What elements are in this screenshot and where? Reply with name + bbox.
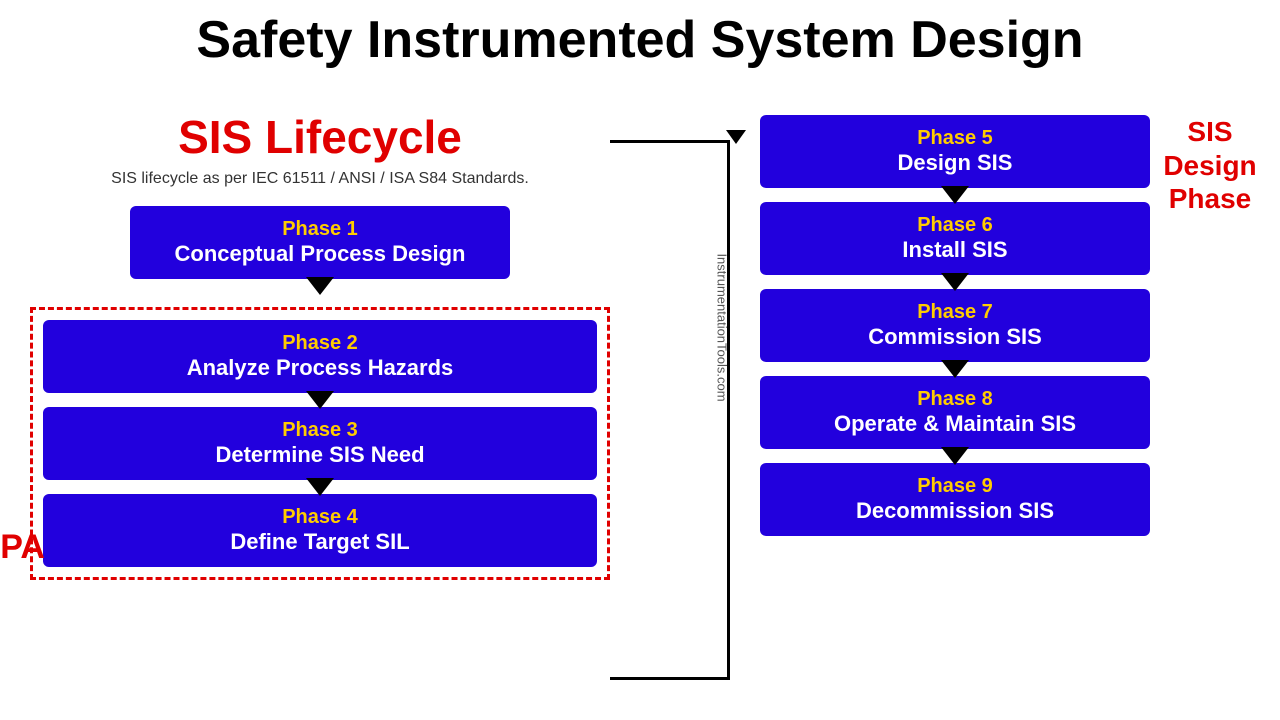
sis-lifecycle-title: SIS Lifecycle bbox=[30, 110, 610, 164]
watermark: InstrumentationTools.com bbox=[715, 253, 730, 401]
left-section: SIS Lifecycle SIS lifecycle as per IEC 6… bbox=[30, 110, 610, 580]
phase9-label: Phase 9 bbox=[776, 475, 1134, 498]
arrow7 bbox=[941, 360, 969, 378]
phase8-name: Operate & Maintain SIS bbox=[776, 411, 1134, 437]
phase3-name: Determine SIS Need bbox=[59, 442, 581, 468]
sis-design-label: SIS Design Phase bbox=[1160, 115, 1260, 216]
connector-line bbox=[610, 140, 730, 680]
phase9-box: Phase 9 Decommission SIS bbox=[760, 463, 1150, 536]
arrow5 bbox=[941, 186, 969, 204]
phase1-box: Phase 1 Conceptual Process Design bbox=[130, 206, 510, 279]
lopa-label: LOPA bbox=[0, 528, 45, 567]
phase8-box: Phase 8 Operate & Maintain SIS bbox=[760, 376, 1150, 449]
phase5-name: Design SIS bbox=[776, 150, 1134, 176]
phase3-label: Phase 3 bbox=[59, 419, 581, 442]
arrow6 bbox=[941, 273, 969, 291]
phase6-name: Install SIS bbox=[776, 237, 1134, 263]
arrow3 bbox=[306, 478, 334, 496]
phase7-label: Phase 7 bbox=[776, 301, 1134, 324]
phase5-label: Phase 5 bbox=[776, 127, 1134, 150]
phase2-name: Analyze Process Hazards bbox=[59, 355, 581, 381]
arrow2 bbox=[306, 391, 334, 409]
phase8-label: Phase 8 bbox=[776, 388, 1134, 411]
phase7-box: Phase 7 Commission SIS bbox=[760, 289, 1150, 362]
arrow1 bbox=[306, 277, 334, 295]
phase7-name: Commission SIS bbox=[776, 324, 1134, 350]
phase3-box: Phase 3 Determine SIS Need bbox=[43, 407, 597, 480]
subtitle: SIS lifecycle as per IEC 61511 / ANSI / … bbox=[30, 170, 610, 188]
connector-arrow bbox=[726, 130, 746, 144]
phase4-box: Phase 4 Define Target SIL bbox=[43, 494, 597, 567]
phase9-name: Decommission SIS bbox=[776, 498, 1134, 524]
phase2-label: Phase 2 bbox=[59, 332, 581, 355]
phase1-name: Conceptual Process Design bbox=[146, 241, 494, 267]
phase2-box: Phase 2 Analyze Process Hazards bbox=[43, 320, 597, 393]
phase5-box: Phase 5 Design SIS bbox=[760, 115, 1150, 188]
phase1-label: Phase 1 bbox=[146, 218, 494, 241]
right-section: Phase 5 Design SIS Phase 6 Install SIS P… bbox=[760, 115, 1150, 536]
lopa-dashed-box: LOPA Phase 2 Analyze Process Hazards Pha… bbox=[30, 307, 610, 580]
main-title: Safety Instrumented System Design bbox=[0, 0, 1280, 69]
phase6-label: Phase 6 bbox=[776, 214, 1134, 237]
phase4-label: Phase 4 bbox=[59, 506, 581, 529]
phase6-box: Phase 6 Install SIS bbox=[760, 202, 1150, 275]
phase4-name: Define Target SIL bbox=[59, 529, 581, 555]
arrow8 bbox=[941, 447, 969, 465]
